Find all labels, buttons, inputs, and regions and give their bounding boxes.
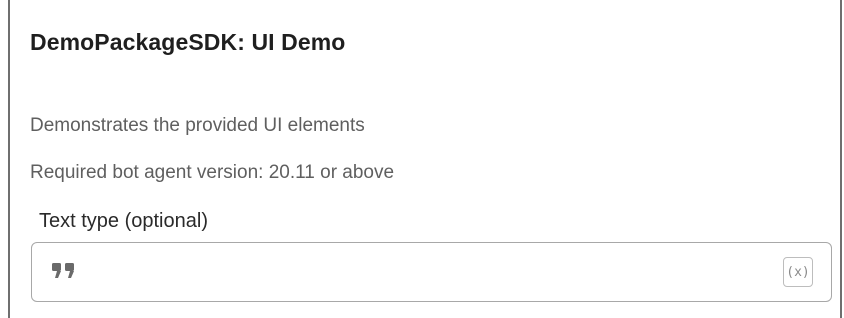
text-type-input[interactable]: [90, 251, 764, 295]
package-panel: DemoPackageSDK: UI Demo Demonstrates the…: [8, 0, 842, 318]
required-version-text: Required bot agent version: 20.11 or abo…: [30, 162, 395, 183]
text-type-label: Text type (optional): [39, 210, 208, 232]
package-title: DemoPackageSDK: UI Demo: [30, 29, 346, 55]
text-type-field[interactable]: (x): [31, 242, 832, 302]
quote-icon: [52, 263, 74, 278]
package-description: Demonstrates the provided UI elements: [30, 115, 365, 136]
variable-insert-icon[interactable]: (x): [783, 257, 813, 287]
